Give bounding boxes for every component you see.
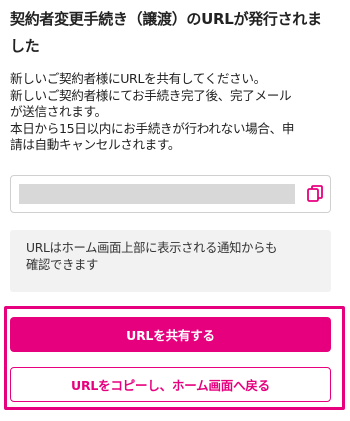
url-issued-screen: 契約者変更手続き（譲渡）のURLが発行されま した 新しいご契約者様にURLを共… xyxy=(0,0,350,421)
description-line: 新しいご契約者様にURLを共有してください。 xyxy=(10,71,266,86)
notice-line: URLはホーム画面上部に表示される通知からも xyxy=(26,241,278,255)
description-line: 新しいご契約者様にてお手続き完了後、完了メール xyxy=(10,87,292,103)
description-line: 請は自動キャンセルされます。 xyxy=(10,137,181,152)
copy-icon[interactable] xyxy=(307,185,323,203)
description-line: が送信されます。 xyxy=(10,104,107,119)
share-url-button[interactable]: URLを共有する xyxy=(10,317,331,352)
title-line: した xyxy=(10,37,40,55)
notification-hint: URLはホーム画面上部に表示される通知からも 確認できます xyxy=(10,230,331,292)
instructions-text: 新しいご契約者様にURLを共有してください。 新しいご契約者様にてお手続き完了後… xyxy=(10,71,342,154)
url-value-redacted xyxy=(19,184,295,204)
notice-line: 確認できます xyxy=(26,257,98,272)
description-line: 本日から15日以内にお手続きが行われない場合、申 xyxy=(10,120,295,136)
copy-url-and-home-button[interactable]: URLをコピーし、ホーム画面へ戻る xyxy=(10,367,331,402)
page-title: 契約者変更手続き（譲渡）のURLが発行されま した xyxy=(10,6,342,60)
title-line: 契約者変更手続き（譲渡）のURLが発行されま xyxy=(10,10,322,28)
url-field xyxy=(10,175,331,213)
